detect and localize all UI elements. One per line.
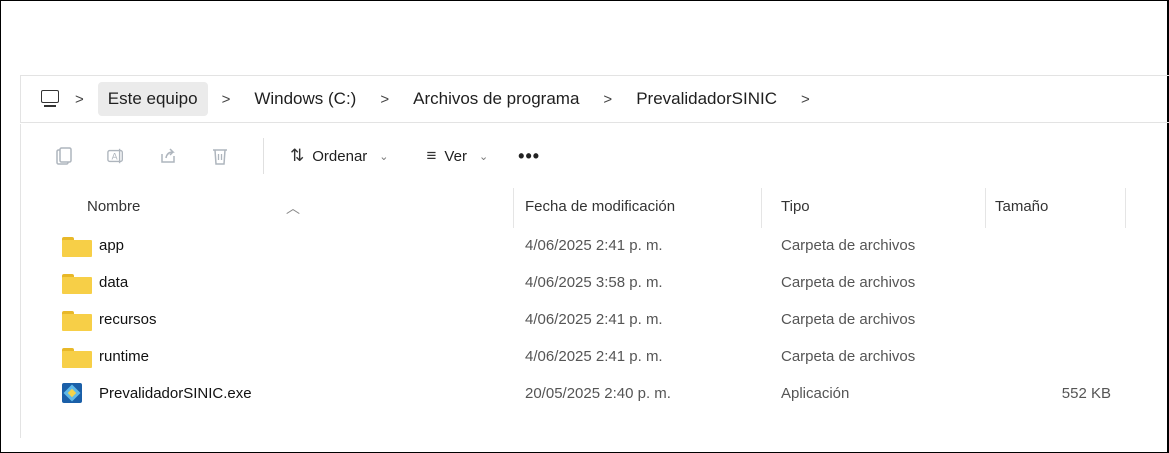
- file-type: Carpeta de archivos: [781, 311, 916, 328]
- chevron-right-icon[interactable]: >: [801, 91, 810, 108]
- copy-icon[interactable]: [55, 147, 73, 165]
- file-name: app: [99, 237, 125, 254]
- folder-icon: [62, 348, 92, 368]
- file-name: recursos: [99, 311, 157, 328]
- view-button[interactable]: ≡ Ver ⌄: [419, 140, 497, 172]
- file-name: PrevalidadorSINIC.exe: [99, 385, 252, 402]
- column-header-name[interactable]: Nombre: [87, 198, 140, 215]
- sort-caret-icon: ︿: [286, 200, 300, 216]
- column-header-row: ︿ Nombre Fecha de modificación Tipo Tama…: [21, 188, 1169, 228]
- command-bar: A ⇅ Ordenar ⌄ ≡ Ver ⌄ •••: [20, 124, 1169, 188]
- list-item[interactable]: recursos 4/06/2025 2:41 p. m. Carpeta de…: [21, 301, 1169, 338]
- folder-icon: [62, 274, 92, 294]
- breadcrumb-prevalidadorsinic[interactable]: PrevalidadorSINIC: [626, 82, 787, 116]
- rename-icon[interactable]: A: [107, 147, 125, 165]
- chevron-right-icon[interactable]: >: [380, 91, 389, 108]
- sort-button[interactable]: ⇅ Ordenar ⌄: [282, 140, 397, 172]
- svg-text:A: A: [112, 153, 119, 163]
- file-date: 4/06/2025 2:41 p. m.: [525, 311, 663, 328]
- chevron-right-icon[interactable]: >: [222, 91, 231, 108]
- breadcrumb-windows-c[interactable]: Windows (C:): [244, 82, 366, 116]
- file-date: 4/06/2025 2:41 p. m.: [525, 237, 663, 254]
- breadcrumb-archivos-de-programa[interactable]: Archivos de programa: [403, 82, 589, 116]
- list-item[interactable]: app 4/06/2025 2:41 p. m. Carpeta de arch…: [21, 227, 1169, 264]
- column-divider[interactable]: [1125, 188, 1126, 228]
- share-icon[interactable]: [159, 147, 177, 165]
- file-size: 552 KB: [1061, 385, 1111, 402]
- column-header-date[interactable]: Fecha de modificación: [525, 198, 675, 215]
- column-divider[interactable]: [985, 188, 986, 228]
- folder-icon: [62, 311, 92, 331]
- toolbar-divider: [263, 138, 264, 174]
- computer-icon[interactable]: [41, 90, 61, 108]
- address-bar[interactable]: > Este equipo > Windows (C:) > Archivos …: [20, 75, 1169, 123]
- file-list: ︿ Nombre Fecha de modificación Tipo Tama…: [20, 188, 1169, 438]
- delete-icon[interactable]: [211, 147, 229, 165]
- list-item[interactable]: runtime 4/06/2025 2:41 p. m. Carpeta de …: [21, 338, 1169, 375]
- file-name: data: [99, 274, 129, 291]
- file-type: Aplicación: [781, 385, 850, 402]
- sort-arrows-icon: ⇅: [290, 146, 305, 165]
- view-label: Ver: [444, 147, 467, 165]
- chevron-right-icon[interactable]: >: [603, 91, 612, 108]
- file-date: 20/05/2025 2:40 p. m.: [525, 385, 671, 402]
- list-item[interactable]: PrevalidadorSINIC.exe 20/05/2025 2:40 p.…: [21, 375, 1169, 412]
- file-date: 4/06/2025 3:58 p. m.: [525, 274, 663, 291]
- file-type: Carpeta de archivos: [781, 274, 916, 291]
- file-name: runtime: [99, 348, 150, 365]
- file-type: Carpeta de archivos: [781, 237, 916, 254]
- explorer-window: > Este equipo > Windows (C:) > Archivos …: [0, 0, 1169, 453]
- chevron-down-icon: ⌄: [478, 150, 489, 163]
- file-type: Carpeta de archivos: [781, 348, 916, 365]
- chevron-right-icon[interactable]: >: [75, 91, 84, 108]
- file-date: 4/06/2025 2:41 p. m.: [525, 348, 663, 365]
- chevron-down-icon: ⌄: [379, 150, 389, 163]
- breadcrumb-este-equipo[interactable]: Este equipo: [97, 82, 208, 116]
- list-item[interactable]: data 4/06/2025 3:58 p. m. Carpeta de arc…: [21, 264, 1169, 301]
- application-icon: [62, 383, 82, 403]
- more-options-icon[interactable]: •••: [518, 146, 540, 167]
- folder-icon: [62, 237, 92, 257]
- column-header-type[interactable]: Tipo: [781, 198, 810, 215]
- sort-label: Ordenar: [312, 147, 368, 165]
- column-divider[interactable]: [761, 188, 762, 228]
- column-divider[interactable]: [513, 188, 514, 228]
- view-lines-icon: ≡: [426, 146, 437, 165]
- column-header-size[interactable]: Tamaño: [995, 198, 1048, 215]
